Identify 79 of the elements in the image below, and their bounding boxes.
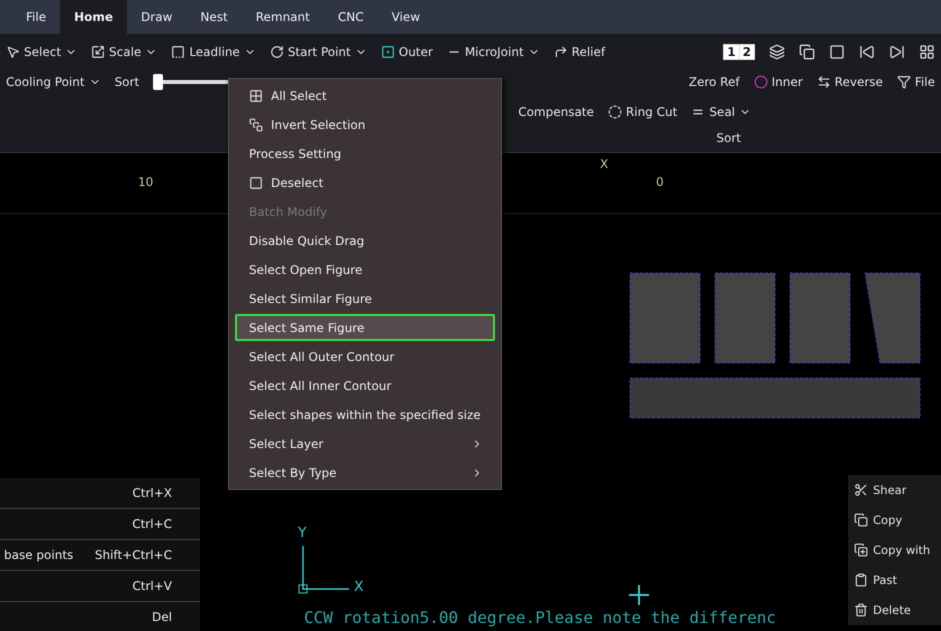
- slider-thumb[interactable]: [153, 74, 164, 90]
- square-icon: [380, 45, 395, 59]
- menu-item[interactable]: Select By Type: [235, 459, 495, 486]
- toolbar-button[interactable]: Cooling Point: [6, 75, 101, 89]
- menu-item[interactable]: Invert Selection: [235, 111, 495, 138]
- menu-tab[interactable]: View: [378, 0, 434, 34]
- ruler-label: X: [600, 157, 608, 171]
- grid-icon: [249, 88, 263, 102]
- context-menu-item[interactable]: Past: [848, 565, 941, 595]
- stacked-squares-icon: [249, 118, 263, 132]
- menu-item[interactable]: Select shapes within the specified size: [235, 401, 495, 428]
- layers-icon[interactable]: [769, 44, 785, 60]
- toolbar-button[interactable]: File: [896, 75, 935, 89]
- toolbar-button[interactable]: MicroJoint: [446, 45, 540, 59]
- toolbar-button[interactable]: Compensate: [518, 105, 594, 119]
- ruler-label: 0: [656, 175, 664, 189]
- sort-label: Sort: [114, 75, 140, 89]
- toolbar-button[interactable]: Outer: [380, 45, 433, 59]
- menu-item[interactable]: Select All Outer Contour: [235, 343, 495, 370]
- menu-tab[interactable]: Nest: [186, 0, 242, 34]
- cursor-icon: [6, 45, 20, 59]
- swap-icon: [816, 75, 831, 89]
- menu-item[interactable]: Deselect: [235, 169, 495, 196]
- context-menu-item[interactable]: base points Shift+Ctrl+C: [0, 540, 200, 571]
- skip-back-icon[interactable]: [859, 44, 875, 60]
- context-menu-item[interactable]: Copy with: [848, 535, 941, 565]
- menu-item[interactable]: Select Similar Figure: [235, 285, 495, 312]
- copy-plus-icon: [854, 543, 868, 557]
- menu-item[interactable]: Disable Quick Drag: [235, 227, 495, 254]
- copy-icon: [854, 513, 868, 527]
- context-menu-item[interactable]: Copy: [848, 505, 941, 535]
- toolbar-button[interactable]: Ring Cut: [608, 105, 678, 119]
- command-line-text: CCW rotation5.00 degree.Please note the differenc: [304, 608, 776, 627]
- grid-icon[interactable]: [919, 44, 935, 60]
- menu-tab[interactable]: CNC: [324, 0, 378, 34]
- menu-item[interactable]: Select Layer: [235, 430, 495, 457]
- order-numbers-icon[interactable]: 1 2: [723, 44, 755, 60]
- square-icon[interactable]: [829, 44, 845, 60]
- menu-item[interactable]: Process Setting: [235, 140, 495, 167]
- toolbar-button[interactable]: Start Point: [270, 45, 367, 59]
- toolbar-button[interactable]: Relief: [554, 45, 606, 59]
- toolbar-button[interactable]: Zero Ref: [688, 75, 740, 89]
- menu-tab[interactable]: File: [12, 0, 60, 34]
- context-menu-item[interactable]: Del: [0, 602, 200, 631]
- corner-icon: [554, 45, 568, 59]
- toolbar-button[interactable]: Inner: [754, 75, 803, 89]
- toolbar-button[interactable]: Reverse: [816, 75, 883, 89]
- menu-item[interactable]: Select Open Figure: [235, 256, 495, 283]
- menu-item[interactable]: All Select: [235, 82, 495, 109]
- menu-tab[interactable]: Draw: [127, 0, 186, 34]
- dashed-circle-icon: [608, 105, 622, 119]
- context-menu-item[interactable]: Shear: [848, 475, 941, 505]
- filter-icon: [896, 75, 911, 89]
- axis-label: Y: [298, 525, 307, 541]
- scale-icon: [91, 45, 106, 59]
- toolbar-button[interactable]: Scale: [91, 45, 158, 59]
- ruler-label: 10: [138, 175, 154, 189]
- context-menu-item[interactable]: Ctrl+C: [0, 509, 200, 540]
- context-menu-item[interactable]: Ctrl+X: [0, 478, 200, 509]
- sort-label: Sort: [716, 131, 741, 145]
- crosshair-icon: [627, 583, 651, 607]
- circle-icon: [754, 75, 768, 89]
- copy-icon[interactable]: [799, 44, 815, 60]
- menu-item[interactable]: Select Same Figure: [235, 314, 495, 341]
- toolbar-button[interactable]: Leadline: [171, 45, 256, 59]
- toolbar-button[interactable]: Select: [6, 45, 78, 59]
- axis-label: X: [354, 579, 364, 595]
- cut-icon: [854, 483, 868, 497]
- context-menu-item[interactable]: Delete: [848, 595, 941, 625]
- menu-item[interactable]: Select All Inner Contour: [235, 372, 495, 399]
- rotate-icon: [270, 45, 284, 59]
- context-menu-item[interactable]: Ctrl+V: [0, 571, 200, 602]
- delete-icon: [854, 603, 868, 617]
- toolbar-button[interactable]: Seal: [691, 105, 751, 119]
- skip-forward-icon[interactable]: [889, 44, 905, 60]
- menu-tab[interactable]: Remnant: [242, 0, 324, 34]
- menu-tab[interactable]: Home: [60, 0, 128, 34]
- square-icon: [249, 176, 263, 190]
- paste-icon: [854, 573, 868, 587]
